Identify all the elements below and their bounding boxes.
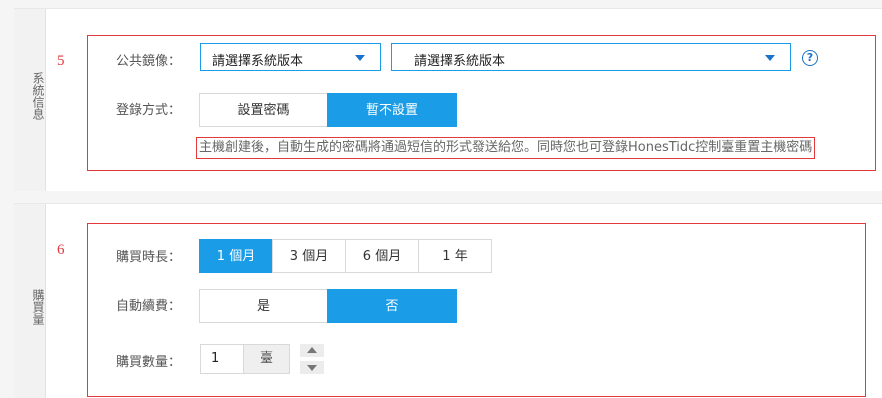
purchase-side-label: 購買量 bbox=[31, 289, 45, 325]
purchase-sidebar: 購買量 bbox=[14, 204, 46, 398]
login-option-set-password[interactable]: 設置密碼 bbox=[199, 93, 328, 127]
version-select[interactable]: 請選擇系統版本 bbox=[391, 43, 791, 71]
auto-renew-no[interactable]: 否 bbox=[327, 289, 457, 323]
duration-option-6-months[interactable]: 6 個月 bbox=[345, 239, 419, 273]
duration-toggle: 1 個月 3 個月 6 個月 1 年 bbox=[199, 239, 492, 273]
quantity-value: 1 bbox=[211, 351, 220, 366]
auto-renew-label: 自動續費： bbox=[116, 299, 182, 314]
help-circle-icon[interactable]: ? bbox=[802, 50, 818, 66]
purchase-panel: 購買量 6 購買時長： 1 個月 3 個月 6 個月 1 年 自動續費： 是 否… bbox=[14, 203, 882, 398]
caret-down-icon bbox=[765, 55, 775, 61]
duration-option-3-months[interactable]: 3 個月 bbox=[272, 239, 346, 273]
version-select-value: 請選擇系統版本 bbox=[414, 54, 506, 69]
auto-renew-toggle: 是 否 bbox=[199, 289, 457, 323]
duration-label: 購買時長： bbox=[116, 250, 182, 265]
quantity-unit: 臺 bbox=[243, 345, 289, 373]
image-select[interactable]: 請選擇系統版本 bbox=[200, 43, 381, 71]
duration-option-1-month[interactable]: 1 個月 bbox=[199, 239, 273, 273]
password-notice: 主機創建後，自動生成的密碼將通過短信的形式發送給您。同時您也可登錄HonesTi… bbox=[196, 137, 816, 159]
image-label: 公共鏡像： bbox=[116, 54, 182, 69]
system-info-sidebar: 系統信息 bbox=[14, 9, 46, 191]
quantity-decrease-button[interactable] bbox=[300, 361, 324, 374]
system-info-side-label: 系統信息 bbox=[31, 72, 45, 120]
arrow-up-icon bbox=[307, 347, 317, 353]
duration-option-1-year[interactable]: 1 年 bbox=[418, 239, 492, 273]
login-option-skip[interactable]: 暫不設置 bbox=[327, 93, 457, 127]
quantity-increase-button[interactable] bbox=[300, 344, 324, 357]
quantity-input[interactable]: 1 臺 bbox=[200, 344, 290, 374]
image-select-value: 請選擇系統版本 bbox=[212, 54, 304, 69]
step-number-6: 6 bbox=[57, 242, 65, 258]
login-method-label: 登錄方式： bbox=[116, 103, 182, 118]
arrow-down-icon bbox=[307, 365, 317, 371]
caret-down-icon bbox=[355, 55, 365, 61]
step-number-5: 5 bbox=[57, 53, 65, 69]
system-info-panel: 系統信息 5 公共鏡像： 請選擇系統版本 請選擇系統版本 ? 登錄方式： 設置密… bbox=[14, 8, 882, 191]
quantity-label: 購買數量： bbox=[116, 355, 182, 370]
auto-renew-yes[interactable]: 是 bbox=[199, 289, 328, 323]
login-method-toggle: 設置密碼 暫不設置 bbox=[199, 93, 457, 127]
